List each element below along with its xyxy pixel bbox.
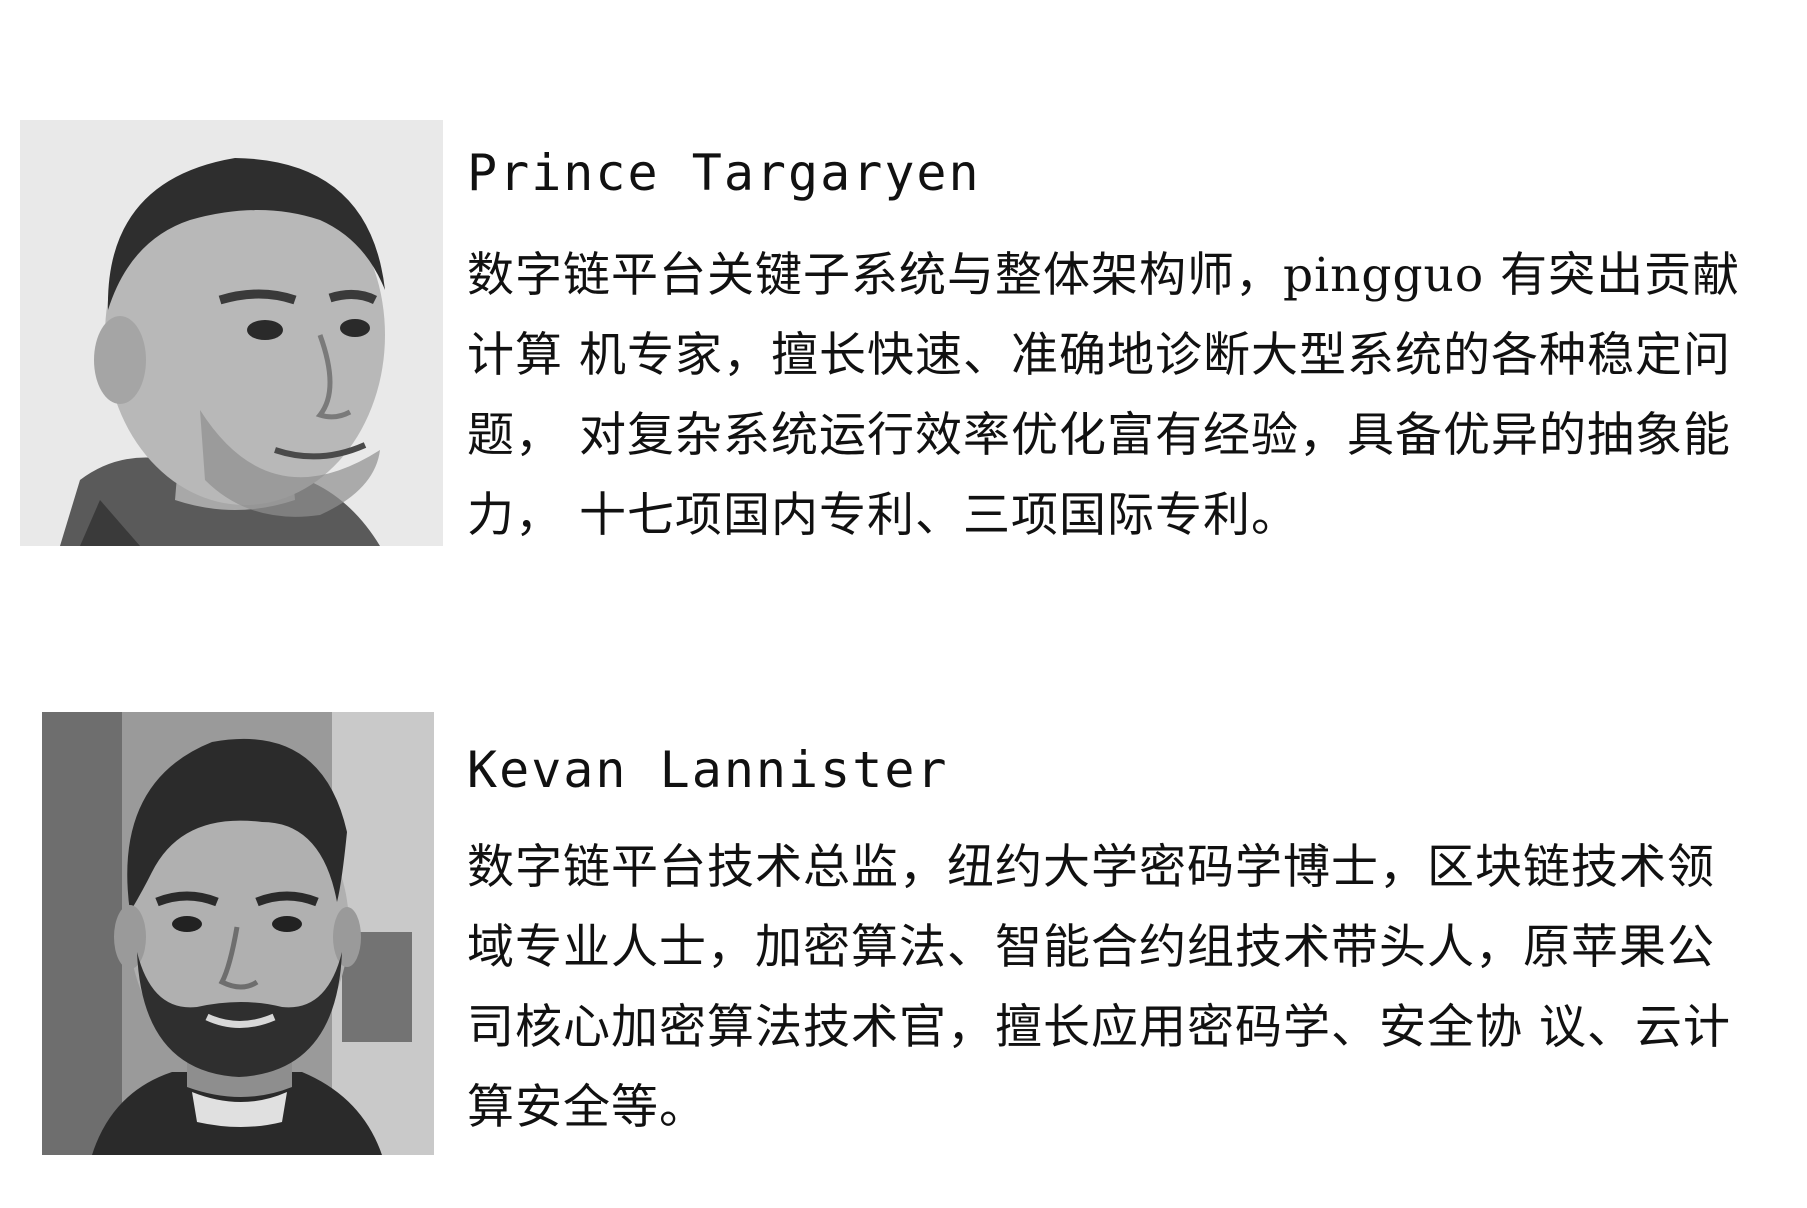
bio-line: 域专业人士，加密算法、智能合约组技术带头人，原苹果公 (467, 920, 1715, 975)
portrait-photo (42, 712, 434, 1155)
bio-line: 数字链平台技术总监，纽约大学密码学博士，区块链技术领 (467, 840, 1715, 895)
bio-line: 算安全等。 (467, 1080, 707, 1135)
profile-card-prince-targaryen: Prince Targaryen 数字链平台关键子系统与整体架构师，pinggu… (0, 0, 1807, 600)
portrait-photo (20, 120, 443, 546)
profile-bio: 数字链平台关键子系统与整体架构师，pingguo 有突出贡献 计算 机专家，擅长… (467, 236, 1797, 556)
bio-line: 司核心加密算法技术官，擅长应用密码学、安全协 议、云计 (467, 1000, 1731, 1055)
person-portrait-icon (20, 120, 443, 546)
profile-name: Kevan Lannister (467, 741, 949, 799)
bio-line: 数字链平台关键子系统与整体架构师，pingguo 有突出贡献 (467, 248, 1741, 303)
profile-name: Prince Targaryen (467, 144, 981, 202)
person-portrait-icon (42, 712, 434, 1155)
profile-bio: 数字链平台技术总监，纽约大学密码学博士，区块链技术领 域专业人士，加密算法、智能… (467, 828, 1797, 1148)
profile-card-kevan-lannister: Kevan Lannister 数字链平台技术总监，纽约大学密码学博士，区块链技… (0, 600, 1807, 1208)
bio-line: 题， 对复杂系统运行效率优化富有经验，具备优异的抽象能 (467, 408, 1731, 463)
bio-line: 计算 机专家，擅长快速、准确地诊断大型系统的各种稳定问 (467, 328, 1731, 383)
bio-line: 力， 十七项国内专利、三项国际专利。 (467, 488, 1299, 543)
